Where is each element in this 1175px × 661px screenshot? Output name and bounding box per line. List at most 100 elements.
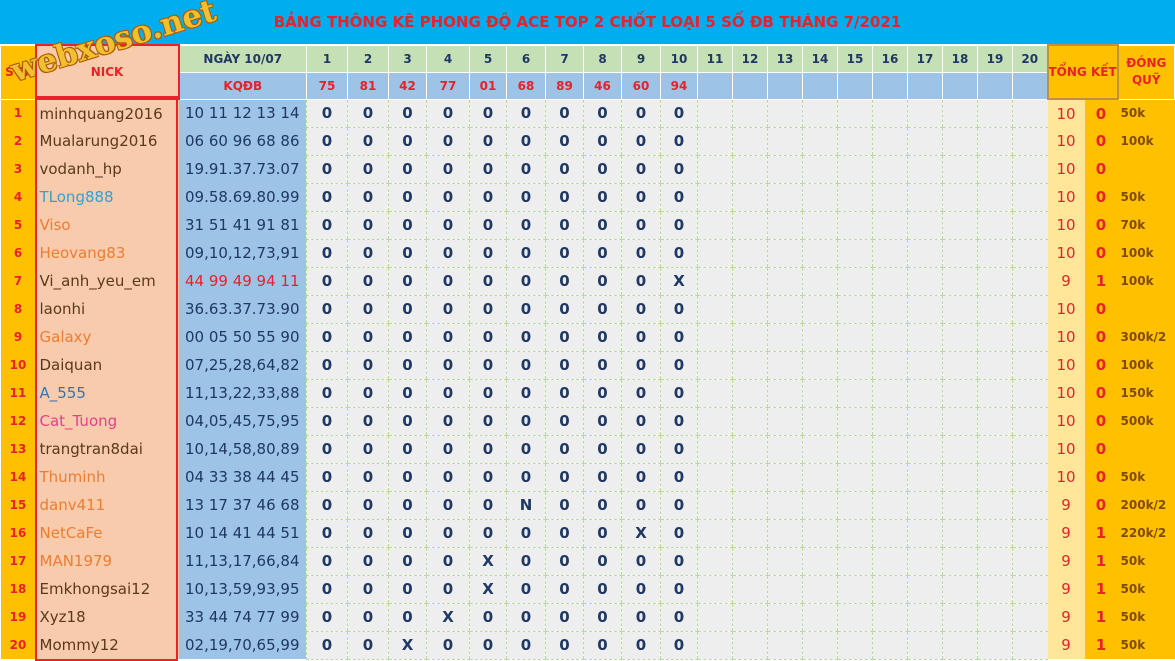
row-day-empty [802, 435, 838, 464]
row-day-empty [942, 267, 978, 296]
row-day-result: X [469, 575, 507, 604]
row-day-empty [697, 603, 733, 632]
row-miss: 1 [1084, 603, 1118, 631]
row-day-result: 0 [506, 603, 546, 632]
row-nick: Vi_anh_yeu_em [35, 267, 179, 295]
row-day-result: 0 [306, 631, 348, 660]
row-day-result: 0 [583, 407, 622, 436]
row-day-empty [767, 239, 803, 268]
row-day-empty [767, 211, 803, 240]
row-day-result: 0 [469, 351, 507, 380]
row-day-result: 0 [388, 323, 427, 352]
row-stt: 13 [0, 435, 36, 463]
row-day-result: 0 [388, 491, 427, 520]
row-day-result: 0 [506, 127, 546, 156]
row-miss: 1 [1084, 267, 1118, 295]
row-day-result: 0 [660, 239, 698, 268]
row-day-empty [732, 603, 768, 632]
row-total: 10 [1047, 295, 1085, 323]
row-total: 10 [1047, 379, 1085, 407]
row-day-result: 0 [306, 239, 348, 268]
row-nick: danv411 [35, 491, 179, 519]
row-day-empty [767, 491, 803, 520]
row-miss: 1 [1084, 519, 1118, 547]
header-tong-ket: TỔNG KẾT [1046, 44, 1119, 100]
row-day-empty [697, 323, 733, 352]
row-miss: 0 [1084, 239, 1118, 267]
row-stt: 9 [0, 323, 36, 351]
row-miss: 0 [1084, 351, 1118, 379]
row-day-result: 0 [583, 603, 622, 632]
row-day-empty [907, 99, 943, 128]
row-numbers: 06 60 96 68 86 [178, 127, 307, 155]
row-fund: 300k/2 [1117, 323, 1175, 351]
row-miss: 0 [1084, 183, 1118, 211]
row-day-empty [977, 99, 1013, 128]
row-miss: 0 [1084, 99, 1118, 127]
row-day-empty [767, 547, 803, 576]
row-day-result: 0 [347, 267, 389, 296]
table-row: 3 vodanh_hp 19.91.37.73.07 0 0 0 0 0 0 0 0 0 0 10 0 [0, 155, 1175, 184]
row-fund: 50k [1117, 631, 1175, 659]
header-day: 15 [837, 44, 873, 73]
row-day-empty [732, 155, 768, 184]
header-result [837, 71, 873, 100]
header-day: 7 [545, 44, 584, 73]
row-day-result: 0 [426, 323, 470, 352]
row-day-result: 0 [306, 295, 348, 324]
row-day-empty [907, 295, 943, 324]
row-day-empty [732, 435, 768, 464]
row-fund: 500k [1117, 407, 1175, 435]
row-day-result: 0 [426, 491, 470, 520]
header-result [977, 71, 1013, 100]
row-day-result: 0 [583, 239, 622, 268]
row-day-empty [942, 435, 978, 464]
header-day: 11 [697, 44, 733, 73]
row-day-empty [977, 323, 1013, 352]
row-day-result: 0 [506, 435, 546, 464]
row-day-empty [802, 211, 838, 240]
row-day-result: 0 [388, 547, 427, 576]
row-nick: Cat_Tuong [35, 407, 179, 435]
row-day-empty [977, 407, 1013, 436]
row-day-empty [872, 519, 908, 548]
row-day-empty [732, 463, 768, 492]
row-day-empty [837, 631, 873, 660]
header-day: 18 [942, 44, 978, 73]
row-day-result: 0 [347, 575, 389, 604]
row-fund: 200k/2 [1117, 491, 1175, 519]
row-day-empty [837, 407, 873, 436]
row-day-result: 0 [388, 407, 427, 436]
header-result: 60 [621, 71, 661, 100]
row-day-result: 0 [306, 379, 348, 408]
row-day-result: 0 [426, 547, 470, 576]
header-result: 01 [469, 71, 507, 100]
row-day-empty [837, 603, 873, 632]
row-day-result: 0 [306, 323, 348, 352]
row-day-empty [802, 603, 838, 632]
row-day-empty [837, 99, 873, 128]
row-day-result: 0 [545, 99, 584, 128]
row-fund: 150k [1117, 379, 1175, 407]
row-day-empty [977, 603, 1013, 632]
row-day-result: 0 [621, 211, 661, 240]
row-day-result: 0 [347, 239, 389, 268]
row-total: 10 [1047, 127, 1085, 155]
row-day-empty [837, 351, 873, 380]
row-day-empty [802, 155, 838, 184]
header-day: 13 [767, 44, 803, 73]
row-nick: vodanh_hp [35, 155, 179, 183]
row-day-result: 0 [347, 463, 389, 492]
row-day-empty [697, 379, 733, 408]
row-nick: A_555 [35, 379, 179, 407]
row-day-empty [977, 211, 1013, 240]
row-day-result: X [388, 631, 427, 660]
row-day-result: 0 [583, 351, 622, 380]
header-day: 19 [977, 44, 1013, 73]
table-row: 18 Emkhongsai12 10,13,59,93,95 0 0 0 0 X 0 0 0 0 0 9 1… [0, 575, 1175, 604]
row-day-result: 0 [347, 295, 389, 324]
row-miss: 0 [1084, 295, 1118, 323]
row-total: 9 [1047, 547, 1085, 575]
row-day-result: 0 [660, 631, 698, 660]
row-day-result: 0 [506, 379, 546, 408]
